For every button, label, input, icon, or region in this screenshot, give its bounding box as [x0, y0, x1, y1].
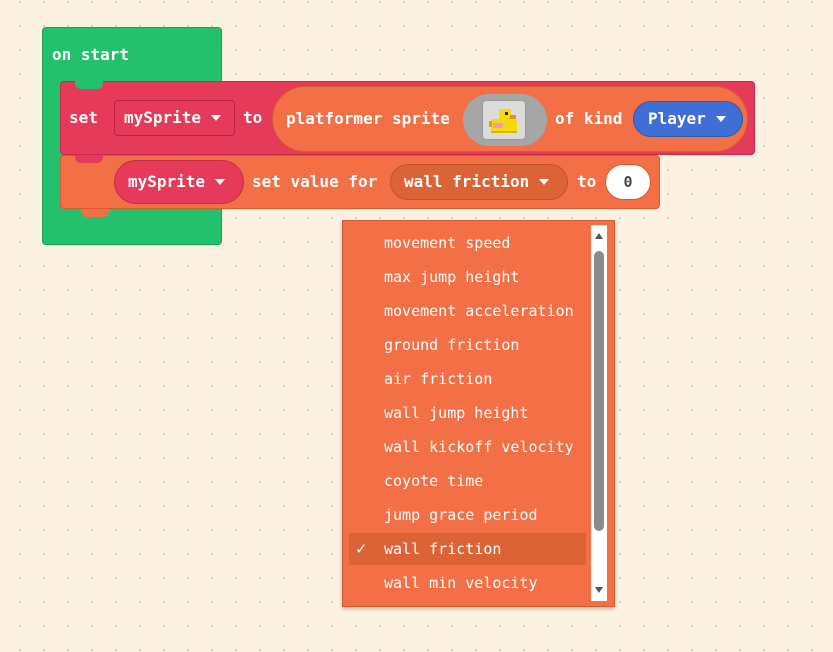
value-input-text: 0 [623, 173, 633, 191]
chevron-down-icon [539, 179, 550, 185]
chevron-down-icon [715, 116, 726, 122]
chevron-down-icon [211, 115, 222, 121]
scroll-down-arrow-icon[interactable] [595, 587, 603, 593]
duck-icon [489, 109, 517, 133]
of-kind-label: of kind [555, 109, 623, 128]
menu-item[interactable]: jump grace period [349, 499, 586, 531]
variable-dropdown[interactable]: mySprite [114, 100, 235, 136]
sprite-variable-label: mySprite [128, 172, 206, 191]
to-label: to [243, 108, 263, 127]
to-label: to [577, 172, 597, 191]
menu-item-label: wall min velocity [384, 574, 538, 592]
on-start-label: on start [52, 45, 130, 64]
menu-item-label: wall jump height [384, 404, 529, 422]
menu-item[interactable]: max jump height [349, 261, 586, 293]
set-label: set [69, 108, 98, 127]
menu-item-label: coyote time [384, 472, 484, 490]
scrollbar-thumb[interactable] [594, 251, 604, 531]
menu-item-label: wall kickoff velocity [384, 438, 574, 456]
menu-item[interactable]: air friction [349, 363, 586, 395]
property-dropdown[interactable]: wall friction [390, 164, 568, 200]
menu-item-label: max jump height [384, 268, 520, 286]
block-notch [75, 155, 103, 163]
property-dropdown-menu[interactable]: movement speed max jump height movement ac… [342, 220, 615, 607]
variable-dropdown-label: mySprite [124, 108, 202, 127]
platformer-sprite-label: platformer sprite [286, 109, 450, 128]
kind-dropdown-label: Player [648, 109, 706, 128]
menu-item[interactable]: wall jump height [349, 397, 586, 429]
block-notch [75, 81, 103, 89]
menu-item[interactable]: wall min velocity [349, 567, 586, 599]
menu-item-label: air friction [384, 370, 493, 388]
property-dropdown-label: wall friction [404, 172, 530, 191]
menu-item-label: movement speed [384, 234, 511, 252]
menu-item[interactable]: movement acceleration [349, 295, 586, 327]
scroll-up-arrow-icon[interactable] [595, 233, 603, 239]
menu-item[interactable]: wall kickoff velocity [349, 431, 586, 463]
menu-item[interactable]: ground friction [349, 329, 586, 361]
value-input[interactable]: 0 [605, 164, 651, 200]
set-value-block[interactable]: mySprite set value for wall friction to … [60, 155, 660, 217]
block-bottom-tab [81, 209, 109, 217]
menu-item-label: wall friction [384, 540, 502, 558]
menu-item-label: ground friction [384, 336, 520, 354]
menu-item-label: jump grace period [384, 506, 538, 524]
sprite-variable-reporter[interactable]: mySprite [114, 160, 244, 204]
sprite-thumbnail [482, 100, 526, 140]
sprite-image-picker[interactable] [463, 94, 547, 146]
menu-scrollbar[interactable] [591, 225, 607, 601]
platformer-sprite-reporter[interactable]: platformer sprite of kind Player [272, 86, 748, 152]
menu-item[interactable]: ✓ wall friction [349, 533, 586, 565]
kind-dropdown[interactable]: Player [633, 101, 743, 137]
chevron-down-icon [215, 179, 226, 185]
menu-item[interactable]: movement speed [349, 227, 586, 259]
checkmark-icon: ✓ [356, 539, 367, 559]
set-variable-block[interactable]: set mySprite to platformer sprite of kin… [60, 81, 755, 155]
menu-item[interactable]: coyote time [349, 465, 586, 497]
menu-item-label: movement acceleration [384, 302, 574, 320]
set-value-for-label: set value for [252, 172, 378, 191]
